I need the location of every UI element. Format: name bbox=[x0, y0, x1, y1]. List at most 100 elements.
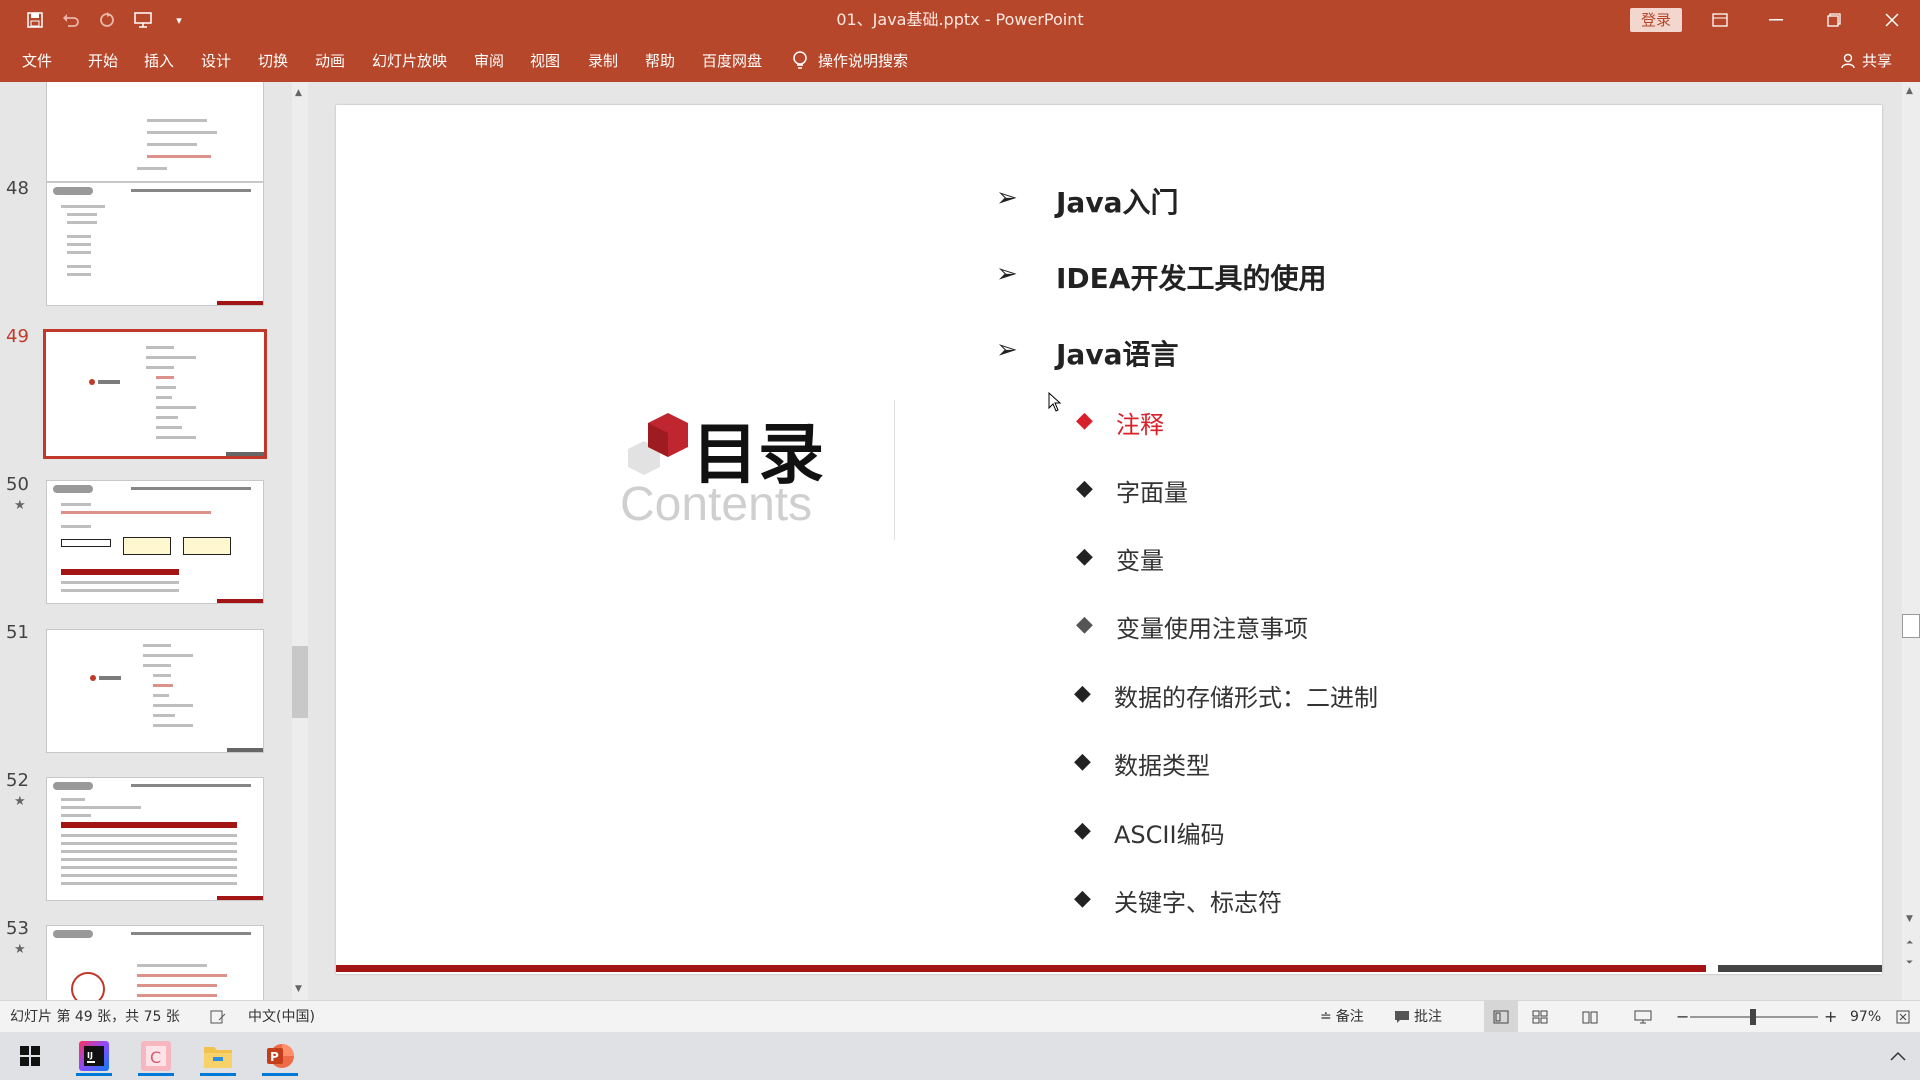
tab-slideshow[interactable]: 幻灯片放映 bbox=[372, 40, 447, 82]
zoom-in-icon[interactable]: + bbox=[1824, 1001, 1837, 1033]
diamond-bullet-icon: ◆ bbox=[1076, 476, 1093, 501]
notes-label: 备注 bbox=[1335, 1009, 1364, 1025]
close-icon[interactable] bbox=[1864, 0, 1920, 40]
tab-animations[interactable]: 动画 bbox=[315, 40, 345, 82]
tell-me-search[interactable]: 操作说明搜索 bbox=[792, 40, 908, 82]
slide-number: 52 bbox=[6, 770, 29, 791]
next-slide-icon[interactable]: ⏷ bbox=[1906, 958, 1913, 968]
slide-thumbnail[interactable] bbox=[46, 629, 264, 753]
diamond-bullet-icon: ◆ bbox=[1074, 749, 1091, 774]
previous-slide-icon[interactable]: ⏶ bbox=[1906, 938, 1913, 948]
fit-to-window-icon[interactable] bbox=[1896, 1001, 1910, 1033]
notes-icon: ≐ bbox=[1320, 1009, 1332, 1025]
slide-number: 49 bbox=[6, 326, 29, 347]
slide-thumbnail-active[interactable] bbox=[43, 329, 267, 459]
slide-thumbnail[interactable] bbox=[46, 82, 264, 182]
section-item: IDEA开发工具的使用 bbox=[1056, 262, 1327, 295]
reading-view-icon[interactable] bbox=[1582, 1001, 1598, 1033]
diamond-bullet-icon: ◆ bbox=[1076, 612, 1093, 637]
svg-text:C: C bbox=[150, 1048, 161, 1067]
slide-sorter-icon[interactable] bbox=[1532, 1001, 1548, 1033]
chevron-up-icon[interactable] bbox=[1874, 1036, 1920, 1076]
zoom-level[interactable]: 97% bbox=[1850, 1001, 1881, 1033]
login-button[interactable]: 登录 bbox=[1630, 8, 1682, 32]
hexagon-logo-icon bbox=[628, 413, 688, 475]
file-explorer-icon[interactable] bbox=[194, 1036, 242, 1076]
topic-item: 关键字、标志符 bbox=[1114, 889, 1282, 917]
undo-icon[interactable] bbox=[56, 8, 86, 32]
mouse-cursor-icon bbox=[1048, 392, 1062, 412]
present-from-start-icon[interactable] bbox=[128, 8, 158, 32]
tab-review[interactable]: 审阅 bbox=[474, 40, 504, 82]
normal-view-icon[interactable] bbox=[1484, 1001, 1518, 1033]
person-icon bbox=[1841, 53, 1855, 69]
status-bar: 幻灯片 第 49 张，共 75 张 中文(中国) ≐ 备注 批注 − + 97% bbox=[0, 1000, 1920, 1033]
share-button[interactable]: 共享 bbox=[1840, 40, 1892, 82]
windows-taskbar: IJ C P bbox=[0, 1032, 1920, 1080]
share-label: 共享 bbox=[1861, 52, 1892, 70]
ribbon-tabs: 文件 开始 插入 设计 切换 动画 幻灯片放映 审阅 视图 录制 帮助 百度网盘… bbox=[0, 40, 1920, 82]
ribbon-display-icon[interactable] bbox=[1692, 0, 1748, 40]
animation-star-icon: ★ bbox=[14, 942, 26, 957]
current-slide[interactable]: 目录 Contents ➢ Java入门 ➢ IDEA开发工具的使用 ➢ Jav… bbox=[336, 105, 1882, 974]
save-icon[interactable] bbox=[20, 8, 50, 32]
comments-label: 批注 bbox=[1414, 1009, 1442, 1025]
slide-counter: 幻灯片 第 49 张，共 75 张 bbox=[10, 1009, 180, 1025]
slide-scrollbar[interactable]: ▲ ▼ ⏶ ⏷ bbox=[1902, 82, 1920, 1000]
tab-design[interactable]: 设计 bbox=[201, 40, 231, 82]
language-indicator[interactable]: 中文(中国) bbox=[248, 1001, 315, 1033]
tab-help[interactable]: 帮助 bbox=[645, 40, 675, 82]
diamond-bullet-icon: ◆ bbox=[1074, 681, 1091, 706]
topic-item: 变量 bbox=[1116, 547, 1164, 575]
slide-number: 48 bbox=[6, 178, 29, 199]
topic-item-highlighted: 注释 bbox=[1116, 411, 1164, 439]
slideshow-view-icon[interactable] bbox=[1634, 1001, 1652, 1033]
notes-button[interactable]: ≐ 备注 bbox=[1320, 1001, 1364, 1033]
restore-icon[interactable] bbox=[1806, 0, 1862, 40]
customize-qat-icon[interactable]: ▾ bbox=[164, 8, 194, 32]
intellij-idea-icon[interactable]: IJ bbox=[70, 1036, 118, 1076]
zoom-out-icon[interactable]: − bbox=[1676, 1001, 1689, 1033]
slide-thumbnail[interactable] bbox=[46, 182, 264, 306]
section-item: Java语言 bbox=[1056, 338, 1179, 371]
windows-start-icon[interactable] bbox=[6, 1036, 54, 1076]
footer-red-bar bbox=[336, 965, 1706, 972]
spellcheck-icon[interactable] bbox=[210, 1001, 226, 1033]
tab-baidu-netdisk[interactable]: 百度网盘 bbox=[702, 40, 762, 82]
arrow-bullet-icon: ➢ bbox=[996, 335, 1018, 365]
tab-file[interactable]: 文件 bbox=[22, 40, 52, 82]
powerpoint-icon[interactable]: P bbox=[256, 1036, 304, 1076]
zoom-slider-handle[interactable] bbox=[1750, 1009, 1756, 1025]
slide-thumbnail[interactable] bbox=[46, 480, 264, 604]
diamond-bullet-icon: ◆ bbox=[1074, 818, 1091, 843]
diamond-bullet-icon: ◆ bbox=[1076, 544, 1093, 569]
tab-home[interactable]: 开始 bbox=[88, 40, 118, 82]
comments-button[interactable]: 批注 bbox=[1394, 1001, 1442, 1033]
slide-thumbnail[interactable] bbox=[46, 777, 264, 901]
tell-me-label: 操作说明搜索 bbox=[818, 52, 909, 70]
app-c-icon[interactable]: C bbox=[132, 1036, 180, 1076]
thumbnails-scroll-thumb[interactable] bbox=[292, 646, 308, 718]
diamond-bullet-icon: ◆ bbox=[1074, 886, 1091, 911]
tab-insert[interactable]: 插入 bbox=[144, 40, 174, 82]
arrow-bullet-icon: ➢ bbox=[996, 183, 1018, 213]
topic-item: 数据的存储形式：二进制 bbox=[1114, 684, 1378, 712]
topic-item: 数据类型 bbox=[1114, 752, 1210, 780]
tab-transitions[interactable]: 切换 bbox=[258, 40, 288, 82]
slide-scroll-thumb[interactable] bbox=[1902, 614, 1920, 638]
powerpoint-window: ▾ 01、Java基础.pptx - PowerPoint 登录 文件 开始 插… bbox=[0, 0, 1920, 1080]
slide-number: 53 bbox=[6, 918, 29, 939]
slide-thumbnails-pane[interactable]: 48 49 50 ★ 51 52 ★ 53 ★ bbox=[0, 82, 296, 1000]
arrow-bullet-icon: ➢ bbox=[996, 259, 1018, 289]
minimize-icon[interactable] bbox=[1748, 0, 1804, 40]
quick-access-toolbar: ▾ bbox=[20, 8, 194, 32]
tab-record[interactable]: 录制 bbox=[588, 40, 618, 82]
divider bbox=[894, 400, 895, 540]
svg-text:P: P bbox=[270, 1050, 279, 1064]
redo-icon[interactable] bbox=[92, 8, 122, 32]
thumbnails-scrollbar[interactable]: ▲ ▼ bbox=[292, 82, 308, 1000]
slide-subheading: Contents bbox=[620, 478, 813, 531]
diamond-bullet-icon: ◆ bbox=[1076, 408, 1093, 433]
slide-thumbnail[interactable] bbox=[46, 925, 264, 1000]
tab-view[interactable]: 视图 bbox=[530, 40, 560, 82]
